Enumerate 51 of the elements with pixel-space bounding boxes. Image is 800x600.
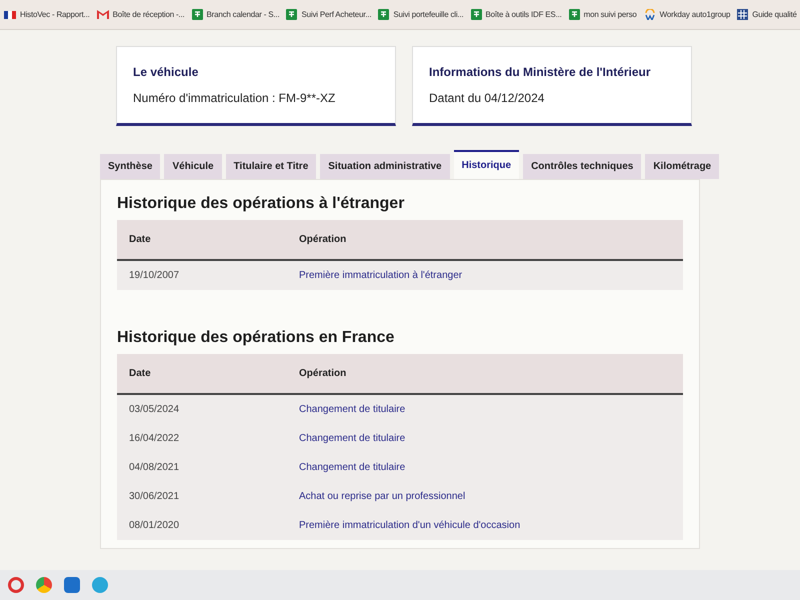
- app-icon[interactable]: [8, 577, 24, 593]
- bookmark-link[interactable]: Boîte à outils IDF ES...: [470, 8, 562, 20]
- app-icon[interactable]: [64, 577, 80, 593]
- bookmark-link[interactable]: Suivi portefeuille cli...: [378, 8, 464, 20]
- section-heading: Historique des opérations en France: [117, 328, 396, 348]
- table-cell-text: Achat ou reprise par un professionnel: [299, 490, 466, 504]
- tab[interactable]: Titulaire et Titre: [226, 154, 316, 179]
- tab[interactable]: Historique: [454, 150, 520, 179]
- bookmark-link[interactable]: Workday auto1group: [644, 8, 730, 20]
- sun-icon: [644, 9, 656, 20]
- column-header: Date: [129, 367, 152, 381]
- mail-icon: [96, 10, 109, 19]
- table-cell-text: Changement de titulaire: [299, 461, 406, 475]
- table-cell-text: Première immatriculation à l'étranger: [299, 269, 464, 283]
- section-heading: Historique des opérations à l'étranger: [117, 194, 406, 214]
- app-icon[interactable]: [36, 577, 52, 593]
- app-icon[interactable]: [92, 577, 108, 593]
- tab[interactable]: Synthèse: [100, 154, 160, 179]
- table-cell-text: 03/05/2024: [129, 403, 180, 417]
- table-cell-text: 30/06/2021: [129, 490, 180, 504]
- card-title: Le véhicule: [133, 64, 200, 81]
- tab[interactable]: Kilométrage: [645, 154, 720, 179]
- spreadsheet-icon: [568, 9, 580, 20]
- card-text: Datant du 04/12/2024: [429, 90, 546, 107]
- flag-icon: [4, 10, 16, 18]
- tab[interactable]: Contrôles techniques: [523, 154, 642, 179]
- column-header: Date: [129, 233, 152, 247]
- table-cell-text: Première immatriculation d'un véhicule d'occasion: [299, 519, 522, 533]
- table-cell-text: Changement de titulaire: [299, 432, 406, 446]
- bookmark-link[interactable]: mon suivi perso: [568, 8, 637, 20]
- card-title: Informations du Ministère de l'Intérieur: [429, 64, 652, 81]
- column-header: Opération: [299, 367, 348, 381]
- bookmark-link[interactable]: Boîte de réception -...: [96, 8, 184, 20]
- bookmark-link[interactable]: HistoVec - Rapport...: [4, 8, 90, 20]
- table-cell-text: 04/08/2021: [129, 461, 180, 475]
- grid-icon: [737, 9, 748, 20]
- table-cell-text: 16/04/2022: [129, 432, 180, 446]
- tab[interactable]: Véhicule: [164, 154, 222, 179]
- table-cell-text: Changement de titulaire: [299, 403, 406, 417]
- bookmark-link[interactable]: Suivi Perf Acheteur...: [286, 8, 372, 20]
- spreadsheet-icon: [286, 9, 298, 20]
- card-text: Numéro d'immatriculation : FM-9**-XZ: [133, 90, 336, 107]
- spreadsheet-icon: [378, 9, 390, 20]
- spreadsheet-icon: [192, 9, 202, 20]
- table-cell-text: 19/10/2007: [129, 269, 180, 283]
- bookmark-link[interactable]: Branch calendar - S...: [192, 8, 280, 20]
- column-header: Opération: [299, 233, 348, 247]
- bookmark-link[interactable]: Guide qualité: [737, 8, 797, 20]
- table-cell-text: 08/01/2020: [129, 519, 180, 533]
- tab[interactable]: Situation administrative: [320, 154, 450, 179]
- spreadsheet-icon: [470, 9, 482, 20]
